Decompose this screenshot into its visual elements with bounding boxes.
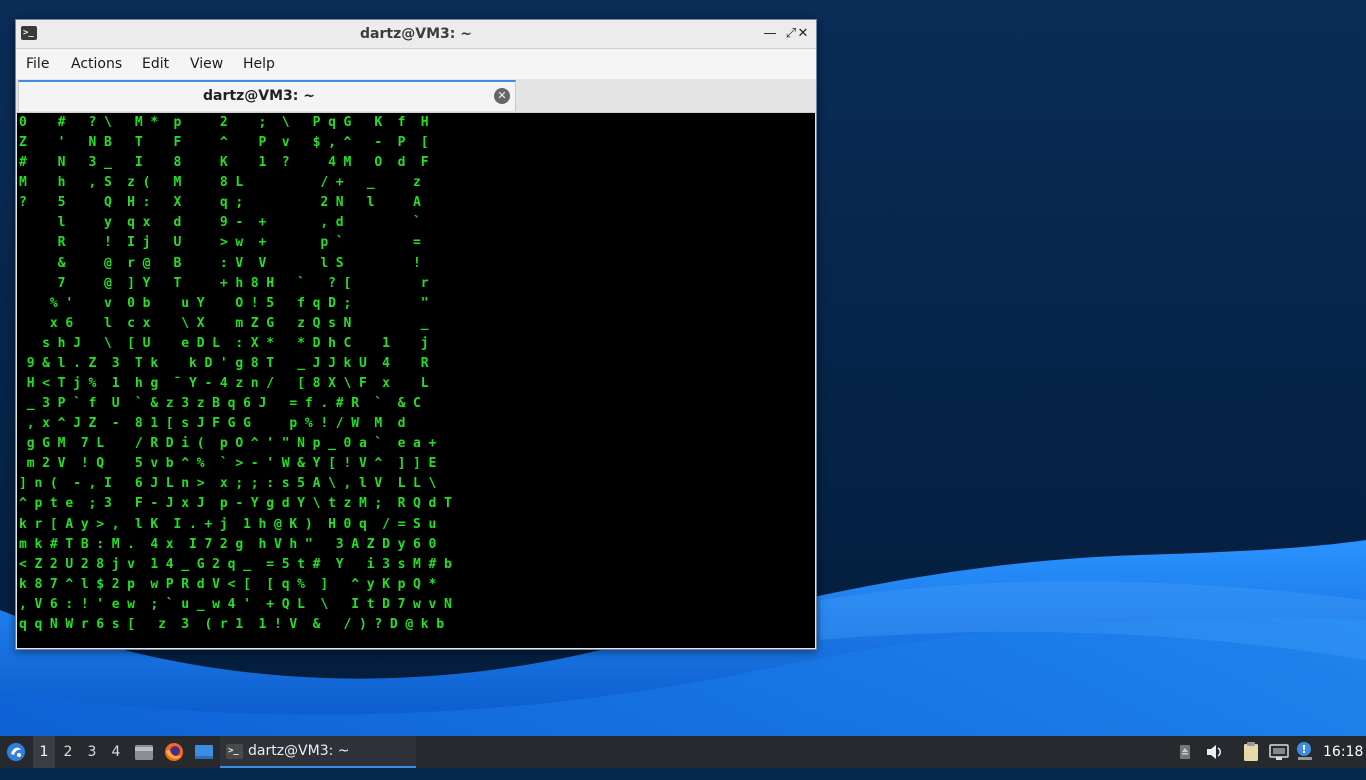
update-notifier-icon[interactable]	[1295, 736, 1315, 768]
minimize-button[interactable]: —	[761, 24, 779, 44]
eject-icon[interactable]	[1177, 736, 1193, 768]
terminal-output[interactable]: 0 # ? \ M * p 2 ; \ P q G K f H Z ' N B …	[17, 113, 815, 648]
menu-view[interactable]: View	[190, 49, 223, 79]
taskbar-item-terminal[interactable]: >_ dartz@VM3: ~	[220, 736, 416, 768]
close-button[interactable]: ✕	[794, 24, 812, 44]
menu-bar: File Actions Edit View Help	[16, 49, 816, 79]
file-manager-icon[interactable]	[133, 736, 155, 768]
start-menu-icon[interactable]	[4, 736, 28, 768]
desktop-icon[interactable]	[193, 736, 215, 768]
taskbar: 1 2 3 4 >_ dartz@VM3: ~ 16:18	[0, 736, 1366, 768]
taskbar-item-label: dartz@VM3: ~	[248, 743, 350, 759]
menu-file[interactable]: File	[26, 49, 49, 79]
workspace-3[interactable]: 3	[81, 736, 103, 768]
tab-label: dartz@VM3: ~	[203, 88, 315, 104]
tab-terminal[interactable]: dartz@VM3: ~ ✕	[18, 80, 516, 111]
tab-bar: dartz@VM3: ~ ✕	[16, 79, 816, 113]
workspace-4[interactable]: 4	[105, 736, 127, 768]
terminal-icon: >_	[226, 744, 243, 759]
menu-actions[interactable]: Actions	[71, 49, 122, 79]
workspace-1[interactable]: 1	[33, 736, 55, 768]
terminal-window[interactable]: >_ dartz@VM3: ~ — ⤢ ✕ File Actions Edit …	[15, 19, 817, 650]
workspace-2[interactable]: 2	[57, 736, 79, 768]
tab-close-icon[interactable]: ✕	[494, 88, 510, 104]
window-titlebar[interactable]: >_ dartz@VM3: ~ — ⤢ ✕	[16, 20, 816, 49]
volume-icon[interactable]	[1204, 736, 1224, 768]
window-title: dartz@VM3: ~	[360, 26, 472, 42]
terminal-text: 0 # ? \ M * p 2 ; \ P q G K f H Z ' N B …	[19, 115, 452, 632]
firefox-icon[interactable]	[163, 736, 185, 768]
menu-help[interactable]: Help	[243, 49, 275, 79]
network-icon[interactable]	[1268, 736, 1290, 768]
clipboard-icon[interactable]	[1241, 736, 1261, 768]
clock[interactable]: 16:18	[1323, 736, 1363, 768]
menu-edit[interactable]: Edit	[142, 49, 169, 79]
